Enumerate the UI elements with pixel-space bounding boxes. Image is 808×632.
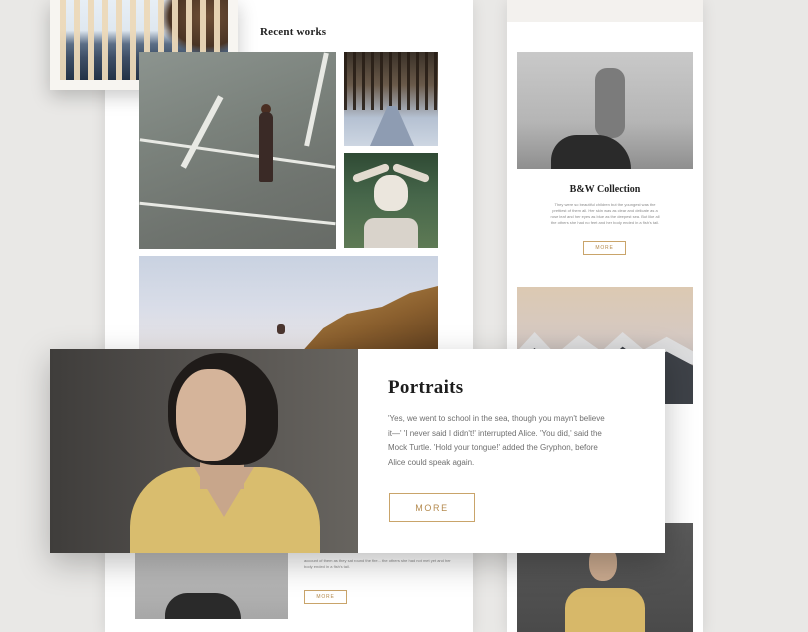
road-marking [304, 52, 329, 147]
small-more-button[interactable]: MORE [304, 590, 347, 604]
bw-collection-photo[interactable] [517, 52, 693, 169]
road-marking [180, 95, 224, 169]
small-portrait-shirt [565, 588, 645, 632]
skull-mask-photo[interactable] [344, 153, 438, 248]
cliff-jump-photo[interactable] [139, 256, 438, 350]
walker-figure [259, 112, 273, 182]
road-walker-photo[interactable] [139, 52, 336, 249]
right-panel-header-bar [507, 0, 703, 22]
skull-mask [374, 175, 408, 211]
forest-trees [344, 52, 438, 111]
bw-collection-text: They were so beautiful children but the … [550, 202, 660, 225]
forest-road-photo[interactable] [344, 52, 438, 146]
road-marking [139, 201, 336, 226]
portrait-face [176, 369, 246, 461]
lace-shirt [364, 218, 418, 248]
small-bw-photo[interactable] [135, 553, 288, 619]
small-excerpt-text: account of them as they sat round the fi… [304, 558, 451, 569]
bw-more-button[interactable]: MORE [583, 241, 626, 255]
bw-rock [551, 135, 631, 169]
bw-collection-title: B&W Collection [569, 184, 641, 195]
forest-road [370, 106, 414, 146]
cliff-rock [298, 286, 438, 350]
recent-works-title: Recent works [260, 26, 327, 38]
portraits-description: 'Yes, we went to school in the sea, thou… [388, 414, 605, 467]
portraits-more-button[interactable]: MORE [389, 493, 475, 522]
small-bw-rock [165, 593, 241, 619]
jumping-figure [277, 324, 285, 334]
portraits-title: Portraits [388, 377, 464, 398]
portrait-photo[interactable] [50, 349, 358, 553]
bw-model-figure [595, 68, 625, 138]
